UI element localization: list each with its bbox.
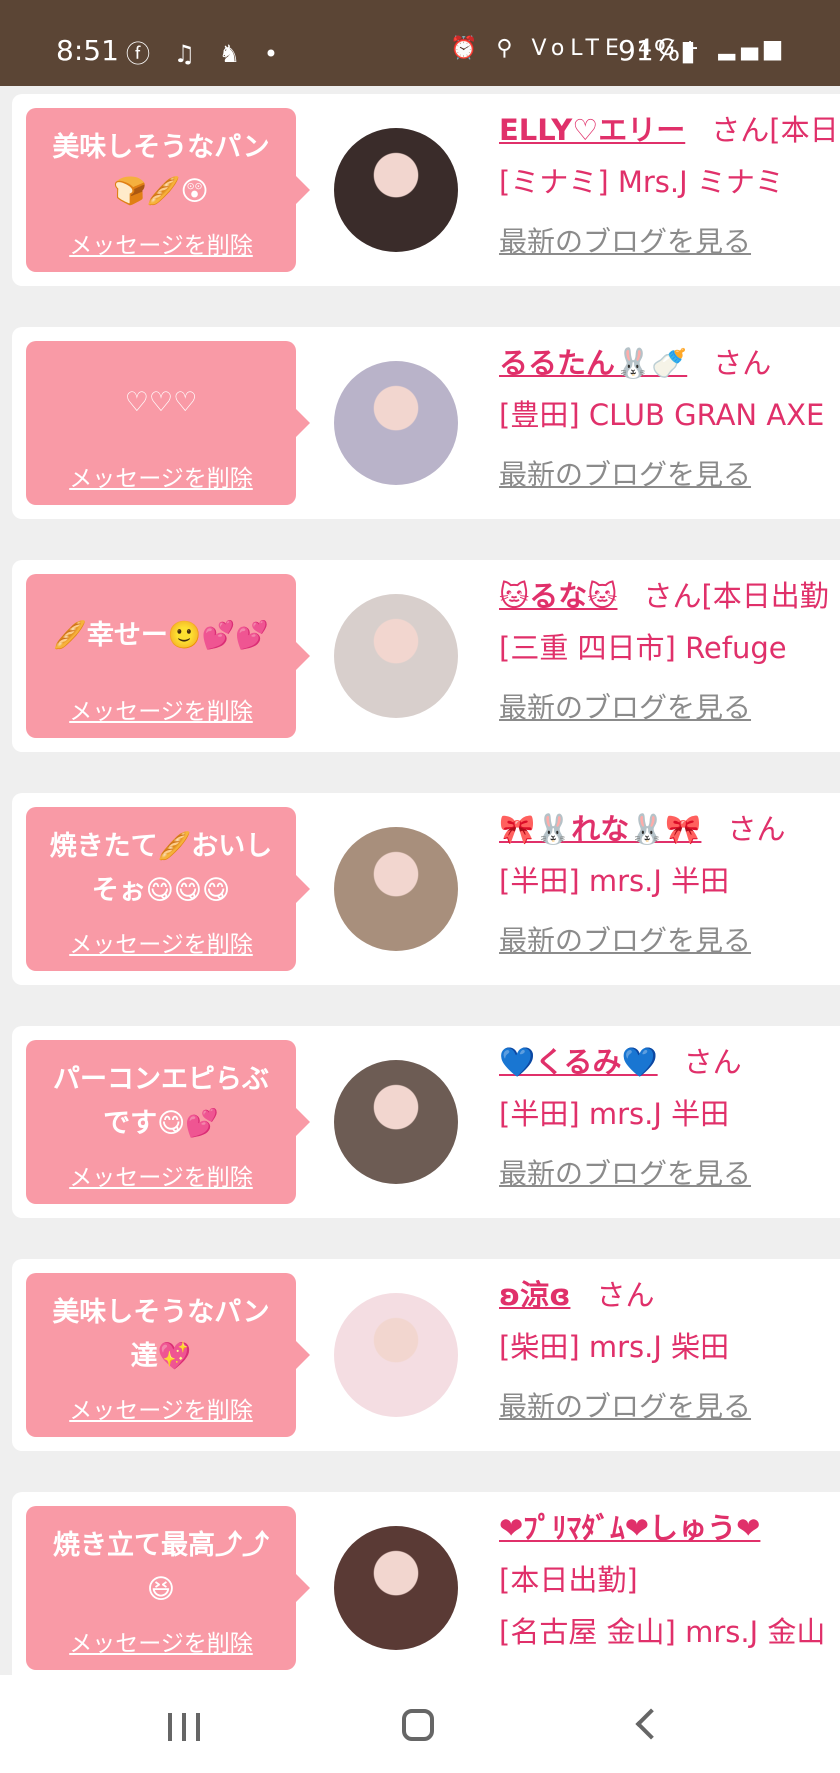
delete-message-link[interactable]: メッセージを削除 xyxy=(26,226,296,260)
girl-name-link[interactable]: 🐱るな🐱 xyxy=(499,579,617,613)
name-suffix: さん xyxy=(683,1045,742,1079)
profile-info: 🐱るな🐱 さん[本日出勤 [三重 四日市] Refuge 最新のブログを見る xyxy=(499,570,840,728)
name-line: 🐱るな🐱 さん[本日出勤 xyxy=(499,570,840,622)
latest-blog-link[interactable]: 最新のブログを見る xyxy=(499,455,840,495)
latest-blog-link[interactable]: 最新のブログを見る xyxy=(499,1154,840,1194)
girl-name-link[interactable]: ʚ涼ɞ xyxy=(499,1278,570,1312)
profile-info: るるたん🐰🍼 さん [豊田] CLUB GRAN AXE 最新のブログを見る xyxy=(499,337,840,495)
message-text: 美味しそうなパン 達💖 xyxy=(52,1297,270,1372)
shop-name: [名古屋 金山] mrs.J 金山 xyxy=(499,1615,826,1649)
name-line: ❤ﾌﾟﾘﾏﾀﾞﾑ❤しゅう❤ xyxy=(499,1502,840,1554)
status-time: 8:51 xyxy=(56,34,119,67)
shop-name: [三重 四日市] Refuge xyxy=(499,631,787,665)
notification-icons: ⓕ ♫ ♞ • xyxy=(126,40,287,68)
shop-name: [半田] mrs.J 半田 xyxy=(499,1097,730,1131)
girl-name-link[interactable]: ELLY♡エリー xyxy=(499,113,685,147)
name-suffix: さん[本日出勤 xyxy=(643,579,829,613)
delete-message-link[interactable]: メッセージを削除 xyxy=(26,925,296,959)
profile-info: ʚ涼ɞ さん [柴田] mrs.J 柴田 最新のブログを見る xyxy=(499,1269,840,1427)
name-line: ELLY♡エリー さん[本日 xyxy=(499,104,840,156)
profile-info: 🎀🐰れな🐰🎀 さん [半田] mrs.J 半田 最新のブログを見る xyxy=(499,803,840,961)
delete-message-link[interactable]: メッセージを削除 xyxy=(26,459,296,493)
name-suffix: さん xyxy=(727,812,786,846)
latest-blog-link[interactable]: 最新のブログを見る xyxy=(499,222,840,262)
delete-message-link[interactable]: メッセージを削除 xyxy=(26,1391,296,1425)
message-text: 焼きたて🥖おいし そぉ😋😋😋 xyxy=(49,831,273,906)
back-icon[interactable] xyxy=(635,1708,667,1740)
message-card: 焼き立て最高⤴⤴ 😆 メッセージを削除 ❤ﾌﾟﾘﾏﾀﾞﾑ❤しゅう❤ [本日出勤]… xyxy=(12,1492,840,1675)
shop-name: [ミナミ] Mrs.J ミナミ xyxy=(499,165,784,199)
shop-name: [半田] mrs.J 半田 xyxy=(499,864,730,898)
message-card: ♡♡♡ メッセージを削除 るるたん🐰🍼 さん [豊田] CLUB GRAN AXE… xyxy=(12,327,840,519)
message-card: 美味しそうなパン 達💖 メッセージを削除 ʚ涼ɞ さん [柴田] mrs.J 柴田… xyxy=(12,1259,840,1451)
message-text: ♡♡♡ xyxy=(124,387,198,418)
battery-indicator: 91%▮ xyxy=(618,34,696,67)
delete-message-link[interactable]: メッセージを削除 xyxy=(26,1158,296,1192)
avatar[interactable] xyxy=(334,1526,458,1650)
recent-apps-icon[interactable] xyxy=(168,1713,200,1741)
girl-name-link[interactable]: 💙くるみ💙 xyxy=(499,1045,658,1079)
shop-name: [豊田] CLUB GRAN AXE xyxy=(499,398,825,432)
profile-info: ❤ﾌﾟﾘﾏﾀﾞﾑ❤しゅう❤ [本日出勤] [名古屋 金山] mrs.J 金山 xyxy=(499,1502,840,1658)
avatar[interactable] xyxy=(334,827,458,951)
shop-name: [柴田] mrs.J 柴田 xyxy=(499,1330,730,1364)
avatar[interactable] xyxy=(334,594,458,718)
latest-blog-link[interactable]: 最新のブログを見る xyxy=(499,921,840,961)
home-icon[interactable] xyxy=(402,1709,434,1741)
avatar[interactable] xyxy=(334,361,458,485)
girl-name-link[interactable]: 🎀🐰れな🐰🎀 xyxy=(499,812,701,846)
girl-name-link[interactable]: ❤ﾌﾟﾘﾏﾀﾞﾑ❤しゅう❤ xyxy=(499,1511,760,1545)
name-line: ʚ涼ɞ さん xyxy=(499,1269,840,1321)
status-bar: 8:51 ⓕ ♫ ♞ • ⏰ ⚲ VoLTE 4G+ ▂▄▆ 91%▮ xyxy=(0,0,840,86)
message-card: 焼きたて🥖おいし そぉ😋😋😋 メッセージを削除 🎀🐰れな🐰🎀 さん [半田] mr… xyxy=(12,793,840,985)
latest-blog-link[interactable]: 最新のブログを見る xyxy=(499,1387,840,1427)
message-list[interactable]: 美味しそうなパン 🍞🥖😲 メッセージを削除 ELLY♡エリー さん[本日 [ミナミ… xyxy=(0,86,840,1675)
girl-name-link[interactable]: るるたん🐰🍼 xyxy=(499,346,687,380)
name-line: 🎀🐰れな🐰🎀 さん xyxy=(499,803,840,855)
name-suffix: さん xyxy=(713,346,772,380)
name-suffix: さん xyxy=(596,1278,655,1312)
latest-blog-link[interactable]: 最新のブログを見る xyxy=(499,688,840,728)
delete-message-link[interactable]: メッセージを削除 xyxy=(26,1624,296,1658)
profile-info: 💙くるみ💙 さん [半田] mrs.J 半田 最新のブログを見る xyxy=(499,1036,840,1194)
delete-message-link[interactable]: メッセージを削除 xyxy=(26,692,296,726)
android-navigation-bar xyxy=(0,1675,840,1773)
message-card: 🥖幸せー🙂💕💕 メッセージを削除 🐱るな🐱 さん[本日出勤 [三重 四日市] Re… xyxy=(12,560,840,752)
name-suffix: さん[本日 xyxy=(711,113,839,147)
message-bubble: 🥖幸せー🙂💕💕 メッセージを削除 xyxy=(26,574,310,738)
message-card: パーコンエピらぶ です😋💕 メッセージを削除 💙くるみ💙 さん [半田] mrs.… xyxy=(12,1026,840,1218)
work-status: [本日出勤] xyxy=(499,1563,638,1597)
message-text: 焼き立て最高⤴⤴ 😆 xyxy=(53,1530,269,1605)
message-card: 美味しそうなパン 🍞🥖😲 メッセージを削除 ELLY♡エリー さん[本日 [ミナミ… xyxy=(12,94,840,286)
name-line: 💙くるみ💙 さん xyxy=(499,1036,840,1088)
message-bubble: 焼きたて🥖おいし そぉ😋😋😋 メッセージを削除 xyxy=(26,807,310,971)
message-bubble: パーコンエピらぶ です😋💕 メッセージを削除 xyxy=(26,1040,310,1204)
message-bubble: ♡♡♡ メッセージを削除 xyxy=(26,341,310,505)
message-text: 美味しそうなパン 🍞🥖😲 xyxy=(52,132,270,207)
name-line: るるたん🐰🍼 さん xyxy=(499,337,840,389)
message-bubble: 美味しそうなパン 🍞🥖😲 メッセージを削除 xyxy=(26,108,310,272)
avatar[interactable] xyxy=(334,1060,458,1184)
profile-info: ELLY♡エリー さん[本日 [ミナミ] Mrs.J ミナミ 最新のブログを見る xyxy=(499,104,840,262)
message-bubble: 焼き立て最高⤴⤴ 😆 メッセージを削除 xyxy=(26,1506,310,1670)
message-bubble: 美味しそうなパン 達💖 メッセージを削除 xyxy=(26,1273,310,1437)
avatar[interactable] xyxy=(334,1293,458,1417)
message-text: パーコンエピらぶ です😋💕 xyxy=(53,1064,269,1139)
message-text: 🥖幸せー🙂💕💕 xyxy=(53,620,269,651)
avatar[interactable] xyxy=(334,128,458,252)
